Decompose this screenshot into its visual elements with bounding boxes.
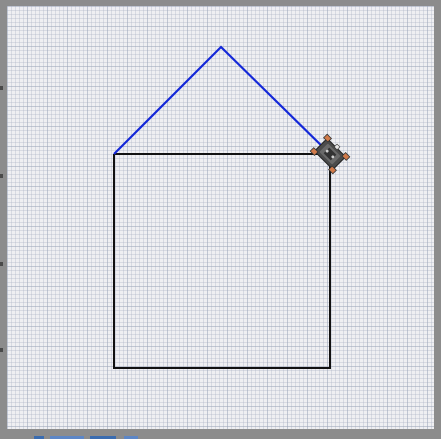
house-body-square	[113, 153, 331, 369]
house-roof	[113, 45, 331, 155]
drawing-layer	[113, 45, 351, 369]
window	[0, 0, 441, 439]
